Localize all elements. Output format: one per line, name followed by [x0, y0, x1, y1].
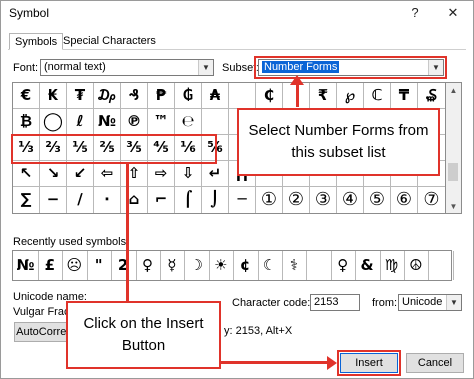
symbol-cell[interactable]: ② [283, 187, 310, 213]
symbol-cell[interactable]: ₲ [175, 83, 202, 109]
tab-symbols[interactable]: Symbols [9, 33, 64, 50]
insert-callout: Click on the Insert Button [66, 301, 221, 369]
subset-highlight-box [254, 56, 447, 79]
symbol-cell[interactable]: ⇩ [175, 161, 202, 187]
scroll-up-icon[interactable]: ▲ [446, 83, 461, 98]
symbol-cell[interactable]: ℗ [121, 109, 148, 135]
recent-symbol-cell[interactable]: " [86, 251, 113, 280]
fractions-connector-line [126, 164, 129, 302]
symbol-cell[interactable]: − [40, 187, 67, 213]
recent-symbol-cell[interactable] [306, 251, 332, 280]
symbol-cell[interactable]: ₭ [40, 83, 67, 109]
recent-label: Recently used symbols: [13, 236, 130, 248]
symbol-cell[interactable]: ③ [310, 187, 337, 213]
symbol-cell[interactable]: ⑤ [364, 187, 391, 213]
symbol-cell[interactable]: ∕ [67, 187, 94, 213]
from-label: from: [372, 297, 398, 309]
symbol-cell[interactable]: № [94, 109, 121, 135]
symbol-cell[interactable]: ℓ [67, 109, 94, 135]
window-title: Symbol [9, 6, 50, 20]
recent-symbols-row: № £ ☹ " 2 ♀ ☿ ☽ ☀ ¢ ☾ ⚕ ♀ & ♍ ☮ [12, 250, 454, 281]
chevron-down-icon: ▼ [446, 295, 461, 310]
symbol-cell[interactable]: ↘ [40, 161, 67, 187]
recent-symbol-cell[interactable]: ♀ [135, 251, 161, 280]
symbol-cell[interactable]: ⌠ [175, 187, 202, 213]
symbol-cell[interactable]: ₯ [94, 83, 121, 109]
symbol-cell[interactable]: ℮ [175, 109, 202, 135]
insert-highlight-box [337, 350, 401, 376]
font-value: (normal text) [44, 61, 106, 73]
character-code-value: 2153 [314, 296, 339, 308]
autocorrect-button[interactable]: AutoCorrec [14, 322, 74, 342]
symbol-cell[interactable]: ₹ [310, 83, 337, 109]
symbol-cell[interactable]: ₳ [202, 83, 229, 109]
character-code-input[interactable]: 2153 [310, 294, 360, 311]
tab-special-characters[interactable]: Special Characters [58, 33, 161, 50]
symbol-cell[interactable]: ◯ [40, 109, 67, 135]
symbol-cell[interactable] [229, 83, 256, 109]
insert-arrow-head-icon [327, 356, 337, 370]
recent-symbol-cell[interactable] [428, 251, 454, 280]
shortcut-text: y: 2153, Alt+X [224, 325, 293, 337]
recent-symbol-cell[interactable]: ☹ [62, 251, 88, 280]
scroll-thumb[interactable] [448, 163, 458, 181]
character-code-label: Character code: [232, 297, 311, 309]
symbol-cell[interactable]: ⑥ [391, 187, 418, 213]
recent-symbol-cell[interactable]: № [13, 251, 39, 280]
symbol-cell[interactable]: ① [256, 187, 283, 213]
recent-symbol-cell[interactable]: ☽ [184, 251, 210, 280]
recent-symbol-cell[interactable]: ¢ [233, 251, 259, 280]
symbol-cell[interactable]: ₮ [67, 83, 94, 109]
symbol-grid-scrollbar[interactable]: ▲ ▼ [446, 82, 462, 214]
symbol-cell[interactable]: ⑦ [418, 187, 445, 213]
scroll-down-icon[interactable]: ▼ [446, 199, 461, 214]
recent-symbol-cell[interactable]: ☿ [159, 251, 186, 280]
symbol-cell[interactable]: ⌡ [202, 187, 229, 213]
subset-callout: Select Number Forms from this subset lis… [237, 108, 440, 176]
symbol-cell[interactable]: ℘ [337, 83, 364, 109]
symbol-cell[interactable]: ⇨ [148, 161, 175, 187]
symbol-cell[interactable] [202, 109, 229, 135]
symbol-cell[interactable]: ↵ [202, 161, 229, 187]
recent-symbol-cell[interactable]: ♍ [379, 251, 405, 280]
recent-symbol-cell[interactable]: ♀ [330, 251, 357, 280]
symbol-cell[interactable]: ─ [229, 187, 256, 213]
symbol-cell[interactable]: ₿ [13, 109, 40, 135]
symbol-cell[interactable]: € [13, 83, 40, 109]
symbol-cell[interactable]: ℂ [364, 83, 391, 109]
symbol-cell[interactable]: ↖ [13, 161, 40, 187]
recent-symbol-cell[interactable]: £ [37, 251, 64, 280]
close-icon[interactable]: ✕ [440, 2, 466, 24]
chevron-down-icon: ▼ [198, 60, 213, 75]
help-icon[interactable]: ? [402, 2, 428, 24]
insert-connector-line [221, 361, 329, 364]
from-dropdown[interactable]: Unicode (hex) ▼ [398, 294, 462, 311]
recent-symbol-cell[interactable]: ☀ [208, 251, 235, 280]
symbol-cell[interactable]: ∑ [13, 187, 40, 213]
symbol-cell[interactable]: ∙ [94, 187, 121, 213]
symbol-cell[interactable]: ₱ [148, 83, 175, 109]
subset-arrow-head-icon [290, 75, 304, 85]
recent-symbol-cell[interactable]: ☮ [403, 251, 430, 280]
recent-symbol-cell[interactable]: ☾ [257, 251, 283, 280]
symbol-cell[interactable]: ⇦ [94, 161, 121, 187]
font-label: Font: [13, 62, 39, 74]
symbol-cell[interactable]: ₵ [256, 83, 283, 109]
symbol-cell[interactable]: ₷ [418, 83, 445, 109]
cancel-button[interactable]: Cancel [406, 353, 464, 373]
symbol-cell[interactable]: ↙ [67, 161, 94, 187]
symbol-cell[interactable]: ₰ [121, 83, 148, 109]
recent-symbol-cell[interactable]: & [355, 251, 381, 280]
symbol-cell[interactable]: ₸ [391, 83, 418, 109]
recent-symbol-cell[interactable]: 2 [111, 251, 137, 280]
symbol-cell[interactable]: ™ [148, 109, 175, 135]
fractions-highlight-box [11, 134, 217, 164]
font-dropdown[interactable]: (normal text) ▼ [40, 59, 214, 76]
recent-symbol-cell[interactable]: ⚕ [281, 251, 308, 280]
symbol-cell[interactable]: ④ [337, 187, 364, 213]
symbol-cell[interactable]: ⌐ [148, 187, 175, 213]
